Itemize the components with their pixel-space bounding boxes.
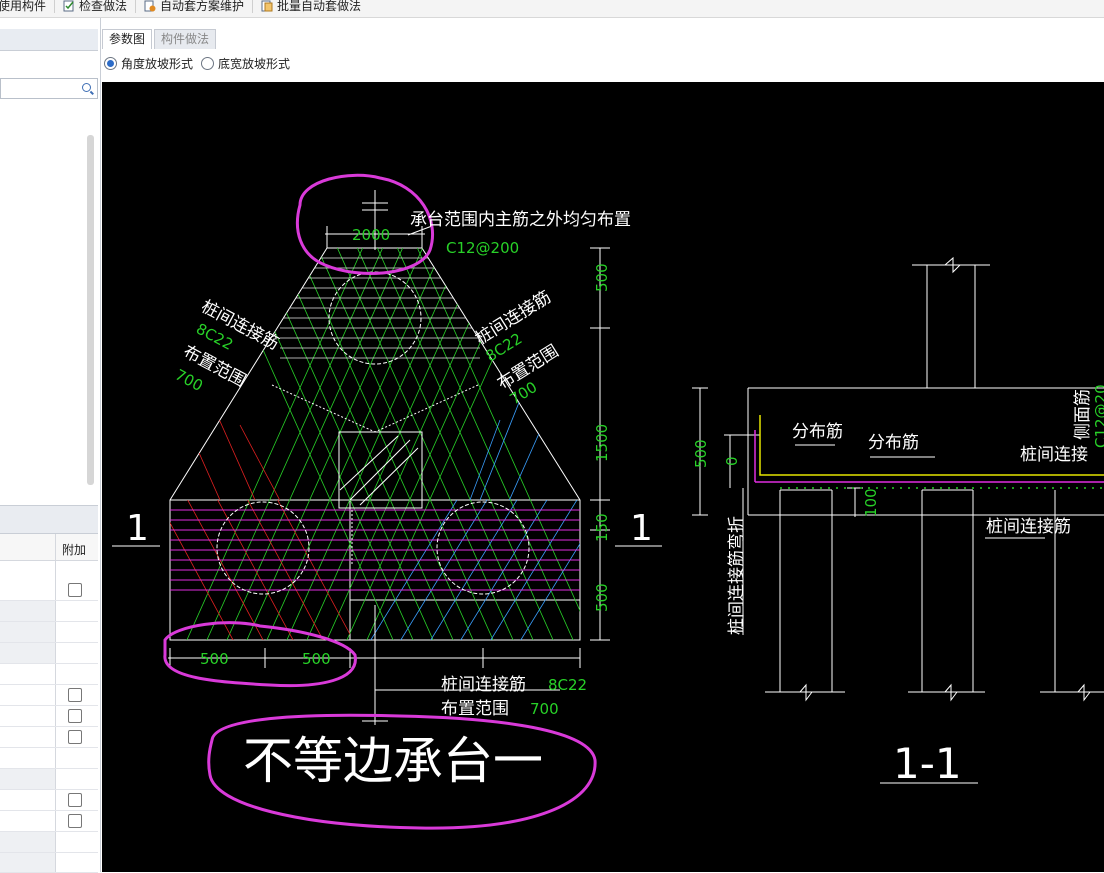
main-toolbar: 使用构件 检查做法 自动套方案维护 批量自动套做法 xyxy=(0,0,1104,18)
dim-150: 150 xyxy=(593,513,611,542)
radio-width-slope-label: 底宽放坡形式 xyxy=(218,57,291,71)
radio-width-slope[interactable] xyxy=(201,57,215,70)
attach-checkbox[interactable] xyxy=(68,583,82,597)
section-side-rebar: 侧面筋 xyxy=(1073,389,1093,440)
table-row xyxy=(0,601,98,622)
dim-top-text: 2000 xyxy=(352,226,390,244)
search-icon[interactable] xyxy=(82,83,91,92)
attach-checkbox[interactable] xyxy=(68,793,82,807)
section-pile-conn-top: 桩间连接 xyxy=(1020,445,1088,465)
green-rebar-hatch xyxy=(170,248,580,640)
left-panel-header xyxy=(0,29,98,51)
dim-500-b: 500 xyxy=(302,650,331,668)
radio-angle-slope[interactable] xyxy=(104,57,117,70)
dim-500-a: 500 xyxy=(200,650,229,668)
auto-scheme-icon xyxy=(144,0,156,12)
toolbar-check-method-label: 检查做法 xyxy=(79,0,128,13)
section-pile-conn-bottom: 桩间连接筋 xyxy=(986,517,1071,537)
drawing-tabs: 参数图 构件做法 xyxy=(102,29,218,50)
section-dist-2: 分布筋 xyxy=(868,433,919,453)
section-side-value: C12@20 xyxy=(1092,384,1104,448)
toolbar-batch-auto[interactable]: 批量自动套做法 xyxy=(261,0,362,13)
red-rebars-upper xyxy=(179,409,286,500)
table-row xyxy=(0,685,98,706)
section-dim-0: 0 xyxy=(723,456,741,466)
attach-checkbox[interactable] xyxy=(68,709,82,723)
toolbar-auto-scheme-label: 自动套方案维护 xyxy=(160,0,245,13)
piles xyxy=(216,271,530,595)
dim-500-bottom: 500 xyxy=(593,583,611,612)
bottom-label-2a: 布置范围 xyxy=(441,699,509,719)
table-row xyxy=(0,579,98,601)
table-row xyxy=(0,643,98,664)
slope-type-options: 角度放坡形式 底宽放坡形式 xyxy=(104,55,290,72)
search-input[interactable] xyxy=(0,78,98,99)
section-mark-left: 1 xyxy=(126,508,149,549)
parameter-drawing-canvas[interactable]: 承台范围内主筋之外均匀布置 2000 C12@200 桩间连接筋 8C22 布置… xyxy=(102,82,1104,872)
check-method-icon xyxy=(63,0,75,12)
section-dist-1: 分布筋 xyxy=(792,422,843,442)
attach-checkbox[interactable] xyxy=(68,730,82,744)
table-row xyxy=(0,706,98,727)
bottom-label-1a: 桩间连接筋 xyxy=(441,675,526,695)
dim-1500: 1500 xyxy=(593,424,611,462)
toolbar-separator xyxy=(252,0,254,13)
attach-checkbox[interactable] xyxy=(68,688,82,702)
table-row xyxy=(0,664,98,685)
dim-500-top: 500 xyxy=(593,263,611,292)
toolbar-use-component-label: 使用构件 xyxy=(0,0,47,13)
batch-auto-icon xyxy=(261,0,273,12)
table-row xyxy=(0,727,98,748)
table-row xyxy=(0,769,98,790)
property-panel-header xyxy=(0,505,98,534)
attach-checkbox[interactable] xyxy=(68,814,82,828)
cad-drawing: 承台范围内主筋之外均匀布置 2000 C12@200 桩间连接筋 8C22 布置… xyxy=(112,173,1104,830)
table-row xyxy=(0,790,98,811)
toolbar-auto-scheme[interactable]: 自动套方案维护 xyxy=(144,0,245,13)
rebar-top-text: C12@200 xyxy=(446,239,519,257)
bottom-label-2b: 700 xyxy=(530,700,559,718)
table-row xyxy=(0,811,98,832)
tab-component-method[interactable]: 构件做法 xyxy=(154,29,217,49)
top-note-text: 承台范围内主筋之外均匀布置 xyxy=(410,210,631,230)
bottom-label-1b: 8C22 xyxy=(548,676,587,694)
tab-parameter-drawing[interactable]: 参数图 xyxy=(102,29,153,49)
table-row xyxy=(0,748,98,769)
toolbar-batch-auto-label: 批量自动套做法 xyxy=(277,0,362,13)
column-header-attach: 附加 xyxy=(62,543,87,557)
table-row xyxy=(0,853,98,873)
hand-annotations xyxy=(163,173,597,830)
table-row xyxy=(0,832,98,853)
toolbar-use-component[interactable]: 使用构件 xyxy=(0,0,47,13)
toolbar-separator xyxy=(135,0,137,13)
section-dim-100: 100 xyxy=(862,488,880,517)
drawing-title: 不等边承台一 xyxy=(243,732,543,790)
left-panel-scrollbar[interactable] xyxy=(87,135,94,485)
drawing-panel-header xyxy=(102,18,1104,82)
section-title: 1-1 xyxy=(893,739,962,788)
radio-angle-slope-label: 角度放坡形式 xyxy=(121,57,194,71)
table-row xyxy=(0,622,98,643)
property-grid-header: 附加 xyxy=(0,534,98,561)
section-vertical-label: 桩间连接筋弯折 xyxy=(727,516,747,635)
section-mark-right: 1 xyxy=(630,508,653,549)
toolbar-check-method[interactable]: 检查做法 xyxy=(63,0,128,13)
toolbar-separator xyxy=(54,0,56,13)
section-dim-500: 500 xyxy=(692,439,710,468)
